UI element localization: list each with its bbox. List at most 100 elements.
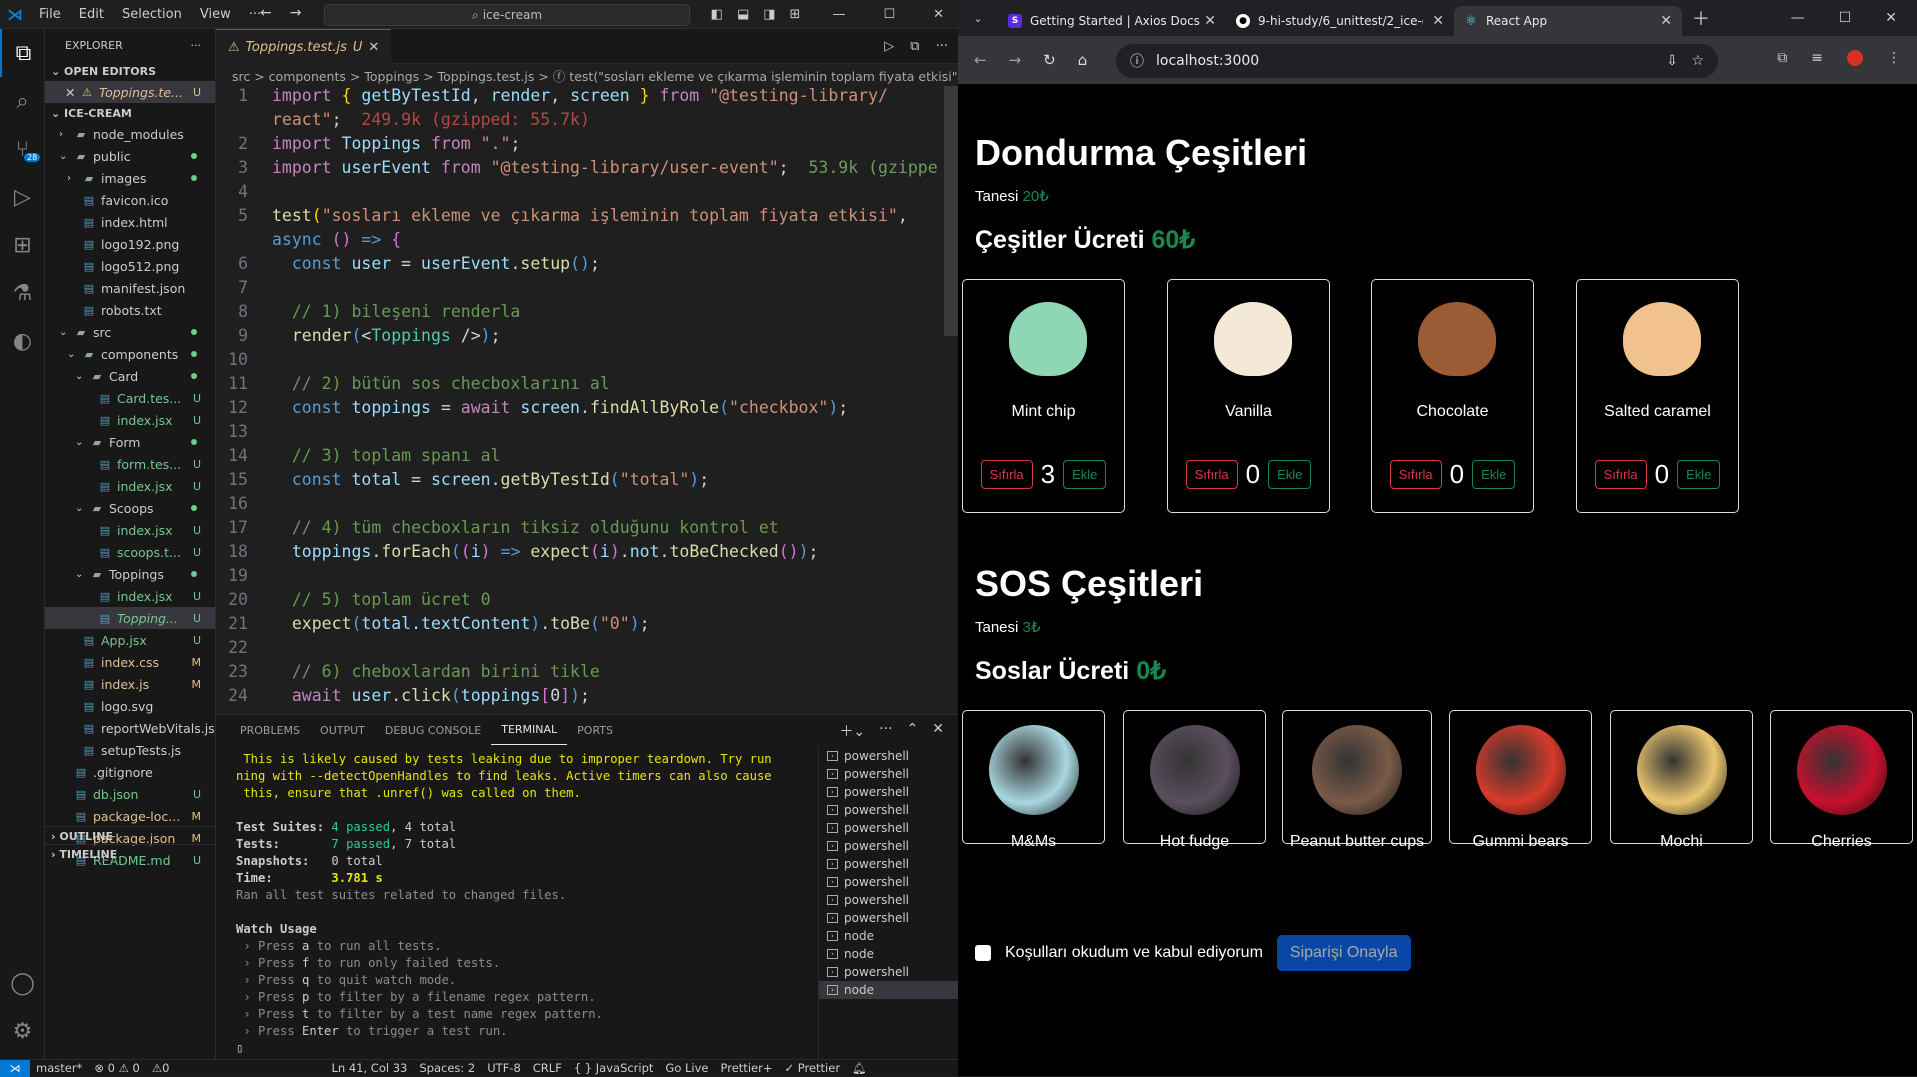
branch-status[interactable]: master* [30, 1061, 88, 1075]
new-tab-icon[interactable]: ＋ [1692, 5, 1710, 31]
tree-item[interactable]: ▤ manifest.json [45, 277, 215, 299]
source-control-icon[interactable]: ⑂ 28 [0, 125, 45, 173]
more-icon[interactable]: ··· [879, 721, 892, 741]
prettier-status[interactable]: ✓ Prettier [778, 1061, 846, 1075]
tree-item[interactable]: ⌄ ▰ Card [45, 365, 215, 387]
close-tab-icon[interactable]: ✕ [1660, 13, 1672, 29]
chrome-menu-icon[interactable]: ⋮ [1887, 50, 1901, 66]
tree-item[interactable]: ▤ favicon.ico [45, 189, 215, 211]
terminal-instance[interactable]: › powershell [819, 855, 958, 873]
extensions-icon[interactable]: ⧉ [1777, 50, 1787, 66]
menu-selection[interactable]: Selection [113, 7, 191, 22]
tree-item[interactable]: ▤ index.html [45, 211, 215, 233]
close-panel-icon[interactable]: ✕ [932, 721, 944, 741]
close-editor-icon[interactable]: ✕ [65, 85, 79, 100]
timeline-section[interactable]: › TIMELINE [45, 844, 215, 864]
topping-card[interactable]: Hot fudge [1123, 710, 1266, 850]
omnibox[interactable]: ⓘ localhost:3000 ⇩ ☆ [1116, 44, 1718, 78]
go-live-status[interactable]: Go Live [659, 1061, 714, 1075]
scrollbar[interactable] [944, 86, 958, 336]
cursor-position[interactable]: Ln 41, Col 33 [326, 1061, 414, 1075]
tree-item[interactable]: ▤ .gitignore [45, 761, 215, 783]
confirm-order-button[interactable]: Siparişi Onayla [1276, 935, 1411, 971]
bell-icon[interactable]: 🔔︎ [846, 1061, 873, 1075]
terminal-instance[interactable]: › powershell [819, 873, 958, 891]
terminal-instance[interactable]: › powershell [819, 747, 958, 765]
terminal-instance[interactable]: › powershell [819, 819, 958, 837]
tree-item[interactable]: ▤ index.css M [45, 651, 215, 673]
install-app-icon[interactable]: ⇩ [1666, 53, 1678, 69]
tree-item[interactable]: ▤ setupTests.js [45, 739, 215, 761]
edge-icon[interactable]: ◐ [0, 317, 45, 365]
open-editor-item[interactable]: ✕ ⚠ Toppings.te... U [45, 81, 215, 103]
topping-card[interactable]: M&Ms [962, 710, 1105, 850]
close-icon[interactable]: ✕ [933, 7, 944, 22]
terminal-instance[interactable]: › powershell [819, 891, 958, 909]
problems-status[interactable]: ⊗ 0 ⚠ 0 [88, 1061, 146, 1075]
testing-icon[interactable]: ⚗ [0, 269, 45, 317]
tab-terminal[interactable]: TERMINAL [491, 715, 568, 745]
tab-debug-console[interactable]: DEBUG CONSOLE [375, 715, 491, 745]
terminal-output[interactable]: This is likely caused by tests leaking d… [236, 751, 846, 1057]
maximize-icon[interactable]: ☐ [1839, 10, 1852, 26]
tab-ports[interactable]: PORTS [567, 715, 623, 745]
tree-item[interactable]: ⌄ ▰ Scoops [45, 497, 215, 519]
terminal-instance[interactable]: › powershell [819, 801, 958, 819]
tree-item[interactable]: ▤ App.jsx U [45, 629, 215, 651]
tab-toppings-test[interactable]: ⚠ Toppings.test.js U ✕ [216, 29, 392, 64]
close-icon[interactable]: ✕ [1885, 10, 1897, 26]
tree-item[interactable]: ⌄ ▰ components [45, 343, 215, 365]
tree-item[interactable]: ▤ db.json U [45, 783, 215, 805]
close-tab-icon[interactable]: ✕ [1204, 13, 1216, 29]
add-button[interactable]: Ekle [1677, 460, 1721, 489]
site-info-icon[interactable]: ⓘ [1130, 51, 1144, 71]
tree-item[interactable]: ▤ logo192.png [45, 233, 215, 255]
tab-problems[interactable]: PROBLEMS [230, 715, 310, 745]
tree-item[interactable]: ▤ index.jsx U [45, 475, 215, 497]
toggle-panel-icon[interactable]: ⬓ [737, 7, 749, 22]
split-editor-icon[interactable]: ⧉ [910, 39, 919, 54]
outline-section[interactable]: › OUTLINE [45, 826, 215, 846]
indent-status[interactable]: Spaces: 2 [413, 1061, 481, 1075]
toggle-sidebar-icon[interactable]: ◧ [711, 7, 723, 22]
profile-avatar[interactable] [1847, 50, 1863, 66]
remote-icon[interactable]: ⋊ [0, 1059, 30, 1077]
encoding-status[interactable]: UTF-8 [481, 1061, 527, 1075]
run-debug-icon[interactable]: ▷ [0, 173, 45, 221]
add-button[interactable]: Ekle [1472, 460, 1516, 489]
tree-item[interactable]: ▤ logo.svg [45, 695, 215, 717]
browser-tab-axios[interactable]: S Getting Started | Axios Docs ✕ [998, 6, 1226, 36]
close-tab-icon[interactable]: ✕ [1432, 13, 1444, 29]
bookmark-star-icon[interactable]: ☆ [1691, 53, 1704, 69]
topping-card[interactable]: Peanut butter cups [1282, 710, 1432, 850]
tree-item[interactable]: ⌄ ▰ src [45, 321, 215, 343]
terminal-instance[interactable]: › powershell [819, 963, 958, 981]
tab-output[interactable]: OUTPUT [310, 715, 375, 745]
tree-item[interactable]: ▤ logo512.png [45, 255, 215, 277]
tree-item[interactable]: ⌄ ▰ Form [45, 431, 215, 453]
back-arrow-icon[interactable]: ← [260, 5, 272, 21]
new-terminal-icon[interactable]: ＋⌄ [839, 721, 865, 741]
browser-tab-react[interactable]: ⚛ React App ✕ [1454, 6, 1682, 36]
terminal-instance[interactable]: › node [819, 981, 958, 999]
language-status[interactable]: { } JavaScript [568, 1061, 660, 1075]
terms-checkbox[interactable] [975, 945, 991, 961]
project-section[interactable]: ⌄ ICE-CREAM [45, 103, 215, 123]
maximize-icon[interactable]: ☐ [883, 7, 895, 22]
tree-item[interactable]: ▤ scoops.t... U [45, 541, 215, 563]
reset-button[interactable]: Sıfırla [1594, 460, 1647, 489]
reading-list-icon[interactable]: ≡ [1811, 50, 1823, 66]
tree-item[interactable]: ▤ Card.tes... U [45, 387, 215, 409]
close-tab-icon[interactable]: ✕ [368, 40, 379, 55]
extensions-icon[interactable]: ⊞ [0, 221, 45, 269]
run-icon[interactable]: ▷ [884, 39, 894, 54]
terminal-instance[interactable]: › node [819, 927, 958, 945]
topping-card[interactable]: Gummi bears [1449, 710, 1592, 850]
tree-item[interactable]: ▤ index.jsx U [45, 519, 215, 541]
more-icon[interactable]: ··· [936, 39, 948, 54]
back-icon[interactable]: ← [974, 51, 987, 69]
menu-edit[interactable]: Edit [70, 7, 113, 22]
terminal-instance[interactable]: › node [819, 945, 958, 963]
tree-item[interactable]: › ▰ images [45, 167, 215, 189]
tree-item[interactable]: ▤ index.js M [45, 673, 215, 695]
